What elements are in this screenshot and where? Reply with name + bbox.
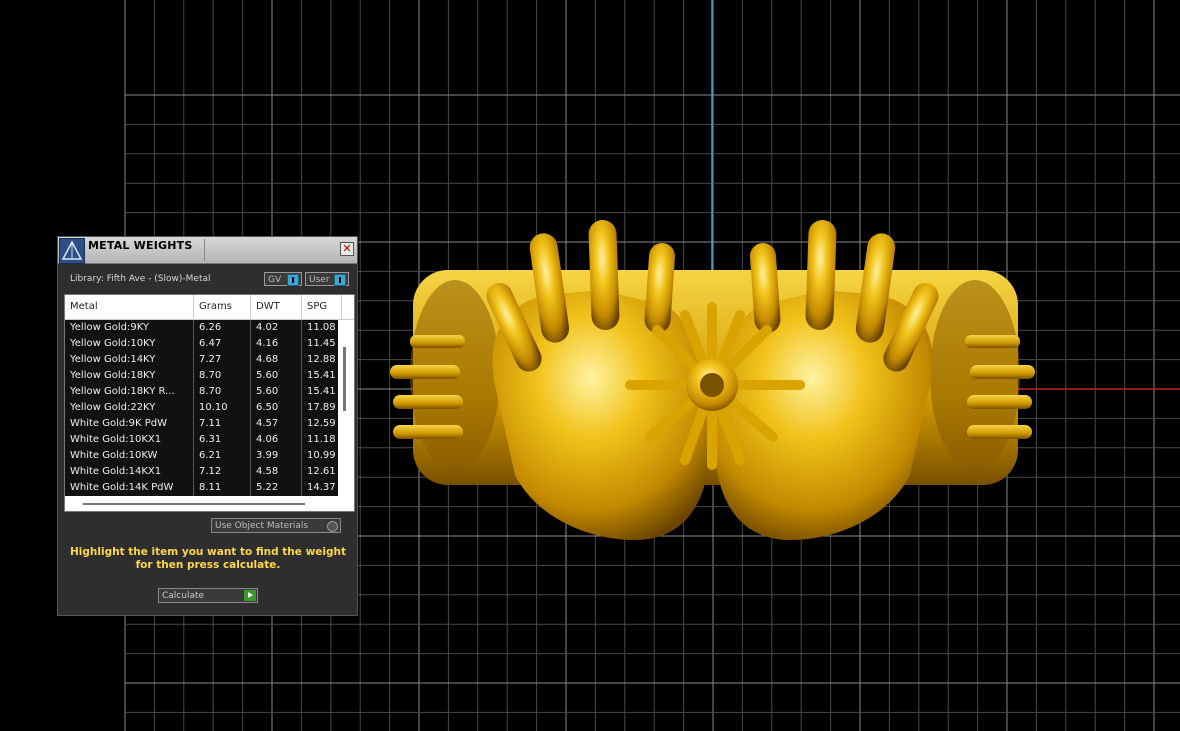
table-row[interactable]: Yellow Gold:18KY 8.70 5.60 15.41 — [65, 368, 338, 384]
user-toggle[interactable]: User — [305, 272, 349, 286]
cell-metal: Yellow Gold:18KY R... — [65, 384, 194, 400]
hint-text: Highlight the item you want to find the … — [70, 546, 346, 571]
cell-spg: 12.59 — [307, 418, 336, 429]
cell-grams: 7.11 — [194, 416, 251, 432]
cell-spg: 14.37 — [307, 482, 336, 493]
calculate-label: Calculate — [162, 591, 205, 601]
cell-spg: 10.99 — [307, 450, 336, 461]
column-header-spg[interactable]: SPG — [302, 295, 342, 319]
metal-weights-panel: METAL WEIGHTS ✕ Library: Fifth Ave - (Sl… — [57, 236, 358, 616]
cell-grams: 7.12 — [194, 464, 251, 480]
table-row[interactable]: Yellow Gold:22KY 10.10 6.50 17.89 — [65, 400, 338, 416]
radio-icon — [327, 521, 338, 532]
cell-metal: Yellow Gold:18KY — [65, 368, 194, 384]
close-button[interactable]: ✕ — [340, 242, 354, 256]
cell-metal: White Gold:14KX1 — [65, 464, 194, 480]
gv-toggle-label: GV — [268, 275, 282, 285]
cell-spg: 12.88 — [307, 354, 336, 365]
cell-metal: White Gold:14K PdW — [65, 480, 194, 496]
cell-dwt: 3.99 — [251, 448, 302, 464]
cell-dwt: 4.58 — [251, 464, 302, 480]
vertical-scrollbar[interactable] — [343, 347, 346, 411]
table-row[interactable]: Yellow Gold:10KY 6.47 4.16 11.45 — [65, 336, 338, 352]
horizontal-scrollbar[interactable] — [83, 503, 305, 505]
cell-grams: 6.31 — [194, 432, 251, 448]
table-row[interactable]: White Gold:14K PdW 8.11 5.22 14.37 — [65, 480, 338, 496]
cell-dwt: 6.50 — [251, 400, 302, 416]
cell-dwt: 4.02 — [251, 320, 302, 336]
cell-grams: 10.10 — [194, 400, 251, 416]
cell-metal: White Gold:10KW — [65, 448, 194, 464]
play-icon — [244, 590, 256, 601]
use-object-materials-button[interactable]: Use Object Materials — [211, 518, 341, 533]
calculate-button[interactable]: Calculate — [158, 588, 258, 603]
cell-dwt: 4.57 — [251, 416, 302, 432]
cell-dwt: 5.60 — [251, 368, 302, 384]
panel-titlebar[interactable]: METAL WEIGHTS ✕ — [58, 237, 357, 264]
cell-grams: 6.26 — [194, 320, 251, 336]
library-label: Library: Fifth Ave - (Slow)-Metal — [70, 274, 211, 284]
cell-metal: Yellow Gold:14KY — [65, 352, 194, 368]
left-hand — [486, 220, 711, 540]
panel-title: METAL WEIGHTS — [88, 239, 193, 252]
cell-spg: 11.18 — [307, 434, 336, 445]
table-row[interactable]: White Gold:9K PdW 7.11 4.57 12.59 — [65, 416, 338, 432]
table-row[interactable]: White Gold:10KX1 6.31 4.06 11.18 — [65, 432, 338, 448]
cell-metal: Yellow Gold:9KY — [65, 320, 194, 336]
column-header-dwt[interactable]: DWT — [251, 295, 302, 319]
cell-metal: White Gold:10KX1 — [65, 432, 194, 448]
table-row[interactable]: White Gold:14KX1 7.12 4.58 12.61 — [65, 464, 338, 480]
cell-grams: 7.27 — [194, 352, 251, 368]
table-row[interactable]: Yellow Gold:14KY 7.27 4.68 12.88 — [65, 352, 338, 368]
cell-spg: 15.41 — [307, 386, 336, 397]
table-row[interactable]: White Gold:10KW 6.21 3.99 10.99 — [65, 448, 338, 464]
cell-metal: Yellow Gold:10KY — [65, 336, 194, 352]
cell-grams: 8.70 — [194, 368, 251, 384]
cell-grams: 8.11 — [194, 480, 251, 496]
cell-spg: 11.45 — [307, 338, 336, 349]
cell-grams: 8.70 — [194, 384, 251, 400]
cell-dwt: 4.16 — [251, 336, 302, 352]
table-row[interactable]: Yellow Gold:18KY R... 8.70 5.60 15.41 — [65, 384, 338, 400]
cell-dwt: 5.22 — [251, 480, 302, 496]
gv-toggle[interactable]: GV — [264, 272, 302, 286]
cell-spg: 12.61 — [307, 466, 336, 477]
app-logo-icon — [59, 238, 85, 264]
cell-dwt: 5.60 — [251, 384, 302, 400]
cell-spg: 17.89 — [307, 402, 336, 413]
column-header-grams[interactable]: Grams — [194, 295, 251, 319]
cell-grams: 6.47 — [194, 336, 251, 352]
cell-grams: 6.21 — [194, 448, 251, 464]
cell-dwt: 4.68 — [251, 352, 302, 368]
cell-metal: Yellow Gold:22KY — [65, 400, 194, 416]
title-divider — [204, 239, 205, 261]
right-hand — [714, 220, 939, 540]
cell-dwt: 4.06 — [251, 432, 302, 448]
table-body: Yellow Gold:9KY 6.26 4.02 11.08 Yellow Gold… — [65, 320, 338, 496]
table-header: Metal Grams DWT SPG — [65, 295, 354, 320]
metal-table[interactable]: Metal Grams DWT SPG Yellow Gold:9KY 6.26 4… — [64, 294, 355, 512]
cell-spg: 11.08 — [307, 322, 336, 333]
ring-model[interactable] — [385, 215, 1040, 545]
toggle-knob-icon — [334, 274, 346, 286]
user-toggle-label: User — [309, 275, 330, 285]
toggle-knob-icon — [287, 274, 299, 286]
column-header-metal[interactable]: Metal — [65, 295, 194, 319]
table-row[interactable]: Yellow Gold:9KY 6.26 4.02 11.08 — [65, 320, 338, 336]
use-object-materials-label: Use Object Materials — [215, 521, 309, 531]
cell-spg: 15.41 — [307, 370, 336, 381]
cell-metal: White Gold:9K PdW — [65, 416, 194, 432]
